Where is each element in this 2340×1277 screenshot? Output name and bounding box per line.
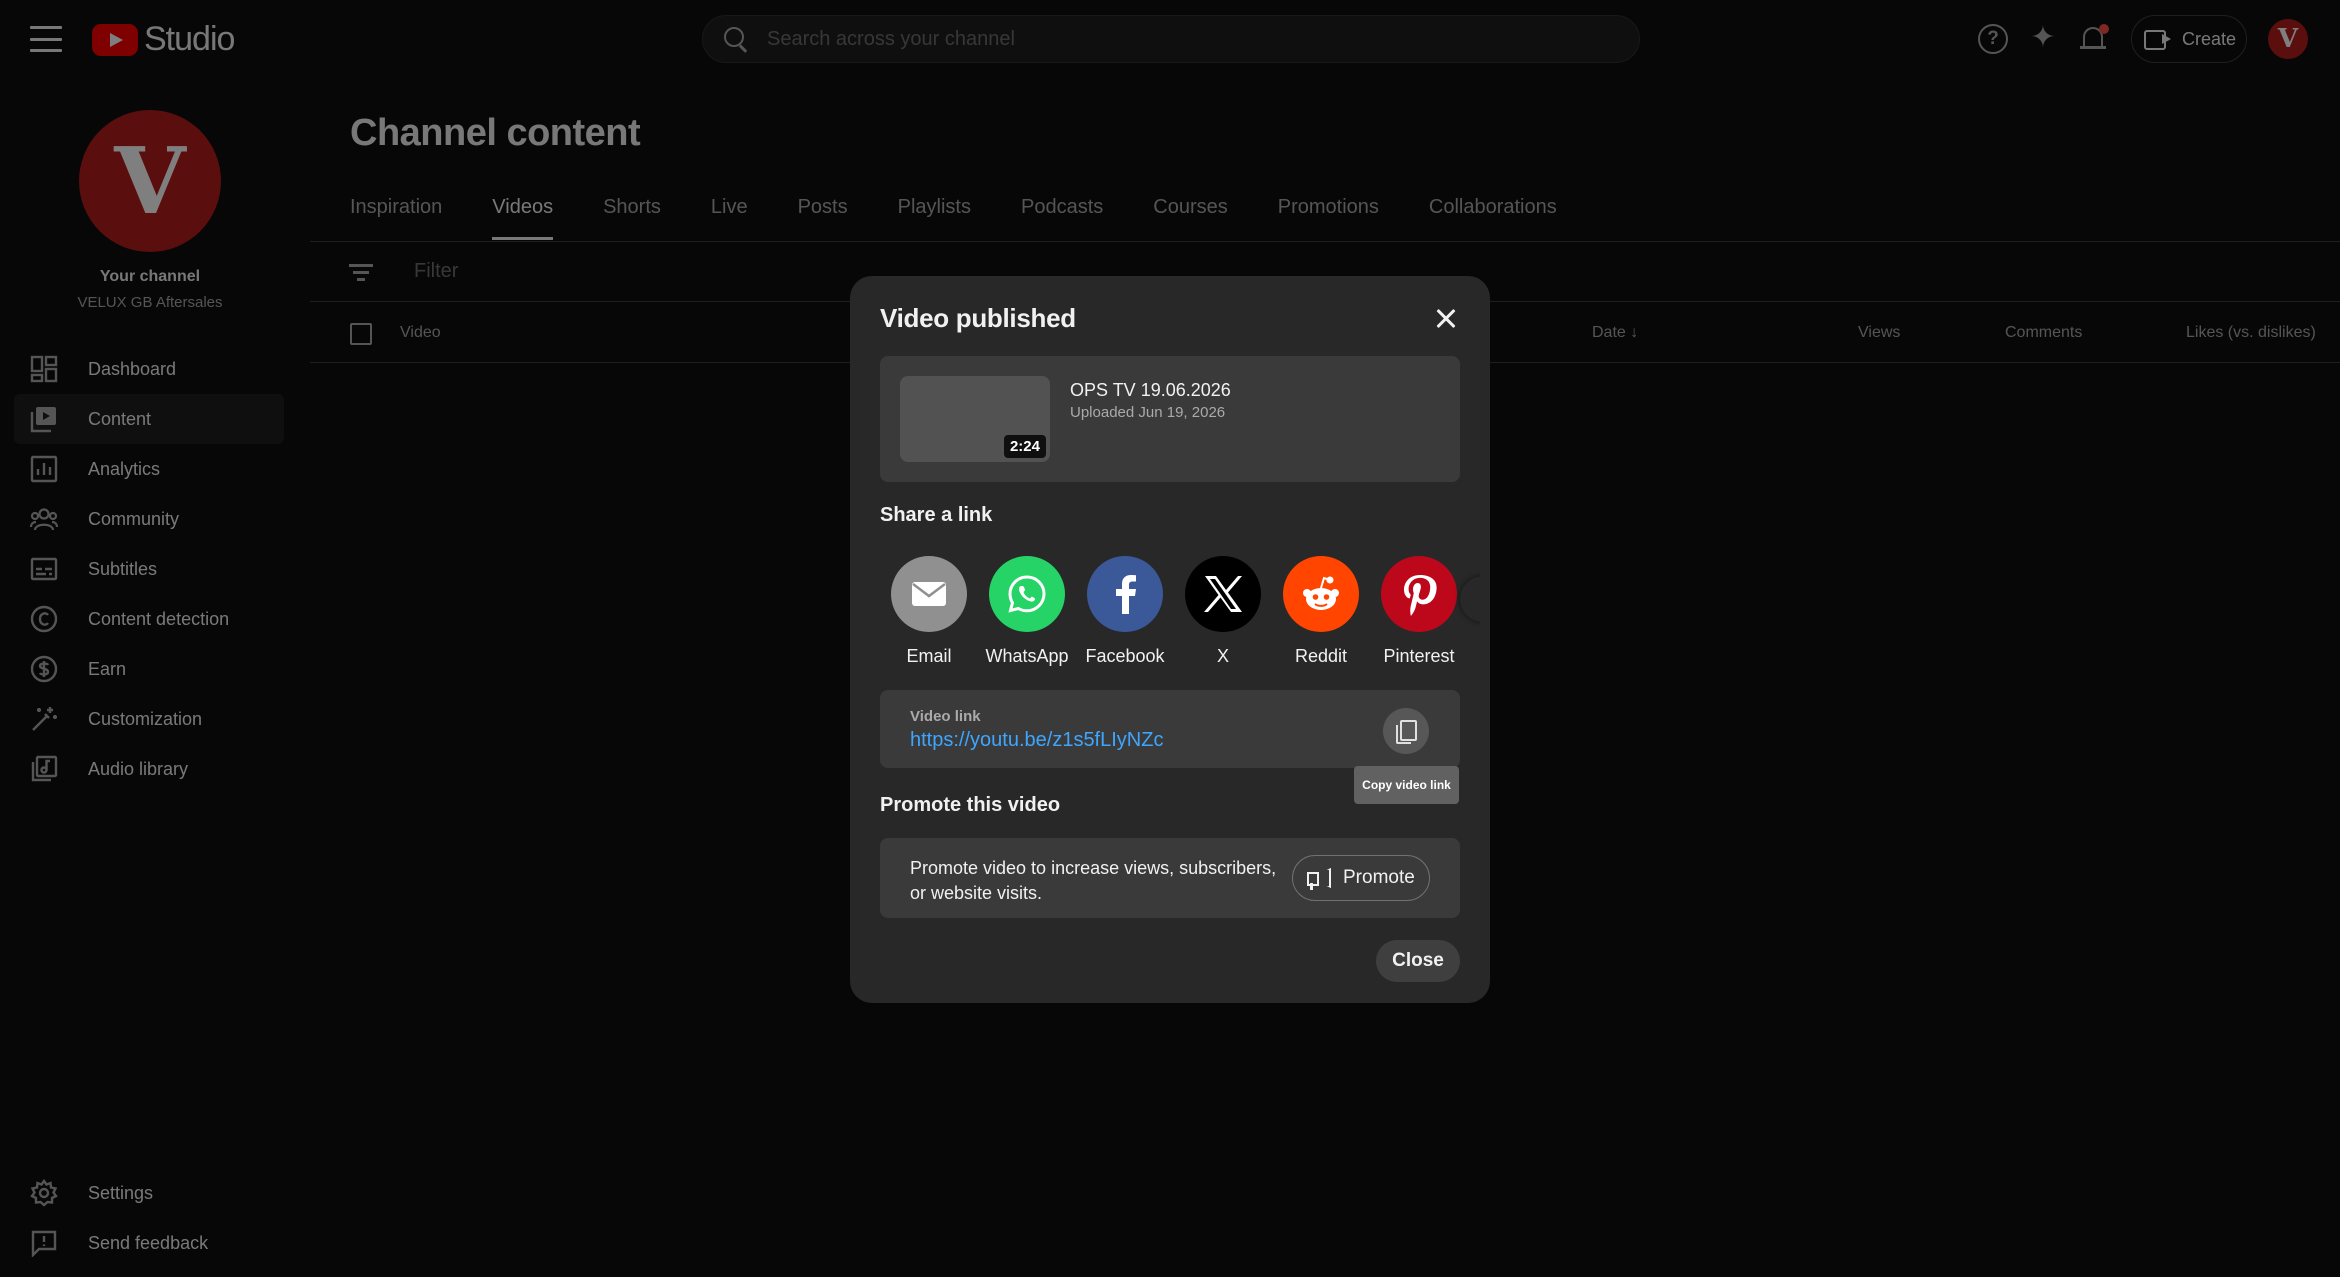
promote-button[interactable]: Promote	[1292, 855, 1430, 901]
megaphone-icon	[1307, 866, 1333, 890]
copy-icon[interactable]	[1383, 708, 1429, 754]
share-heading: Share a link	[880, 504, 993, 526]
share-pinterest[interactable]: Pinterest	[1370, 556, 1468, 667]
reddit-icon	[1283, 556, 1359, 632]
video-upload-date: Uploaded Jun 19, 2026	[1070, 404, 1226, 421]
share-label: WhatsApp	[985, 646, 1069, 666]
video-link-label: Video link	[910, 708, 981, 725]
email-icon	[891, 556, 967, 632]
whatsapp-icon	[989, 556, 1065, 632]
video-card: 2:24 OPS TV 19.06.2026 Uploaded Jun 19, …	[880, 356, 1460, 482]
promote-heading: Promote this video	[880, 794, 1061, 816]
share-whatsapp[interactable]: WhatsApp	[978, 556, 1076, 667]
share-reddit[interactable]: Reddit	[1272, 556, 1370, 667]
promote-button-label: Promote	[1343, 867, 1415, 888]
pinterest-icon	[1381, 556, 1457, 632]
share-label: Reddit	[1294, 646, 1348, 666]
video-title: OPS TV 19.06.2026	[1070, 380, 1231, 400]
dialog-title: Video published	[880, 303, 1076, 333]
copy-tooltip: Copy video link	[1354, 766, 1459, 804]
share-targets: Email WhatsApp Facebook X Reddit Pintere…	[880, 556, 1480, 676]
share-facebook[interactable]: Facebook	[1076, 556, 1174, 667]
video-link-card: Video link https://youtu.be/z1s5fLIyNZc	[880, 690, 1460, 768]
close-button[interactable]: Close	[1376, 940, 1460, 982]
share-label: Pinterest	[1383, 646, 1455, 666]
share-label: X	[1216, 646, 1229, 666]
duration-badge: 2:24	[1003, 435, 1046, 458]
promote-description: Promote video to increase views, subscri…	[910, 858, 1277, 903]
x-icon	[1185, 556, 1261, 632]
share-x[interactable]: X	[1174, 556, 1272, 667]
close-icon[interactable]	[1428, 300, 1464, 336]
video-thumbnail[interactable]: 2:24	[900, 376, 1050, 462]
share-email[interactable]: Email	[880, 556, 978, 667]
share-label: Facebook	[1085, 646, 1165, 666]
promote-card: Promote video to increase views, subscri…	[880, 838, 1460, 918]
video-link-url[interactable]: https://youtu.be/z1s5fLIyNZc	[910, 729, 1163, 752]
facebook-icon	[1087, 556, 1163, 632]
share-label: Email	[906, 646, 952, 666]
video-published-dialog: Video published 2:24 OPS TV 19.06.2026 U…	[850, 276, 1490, 1003]
